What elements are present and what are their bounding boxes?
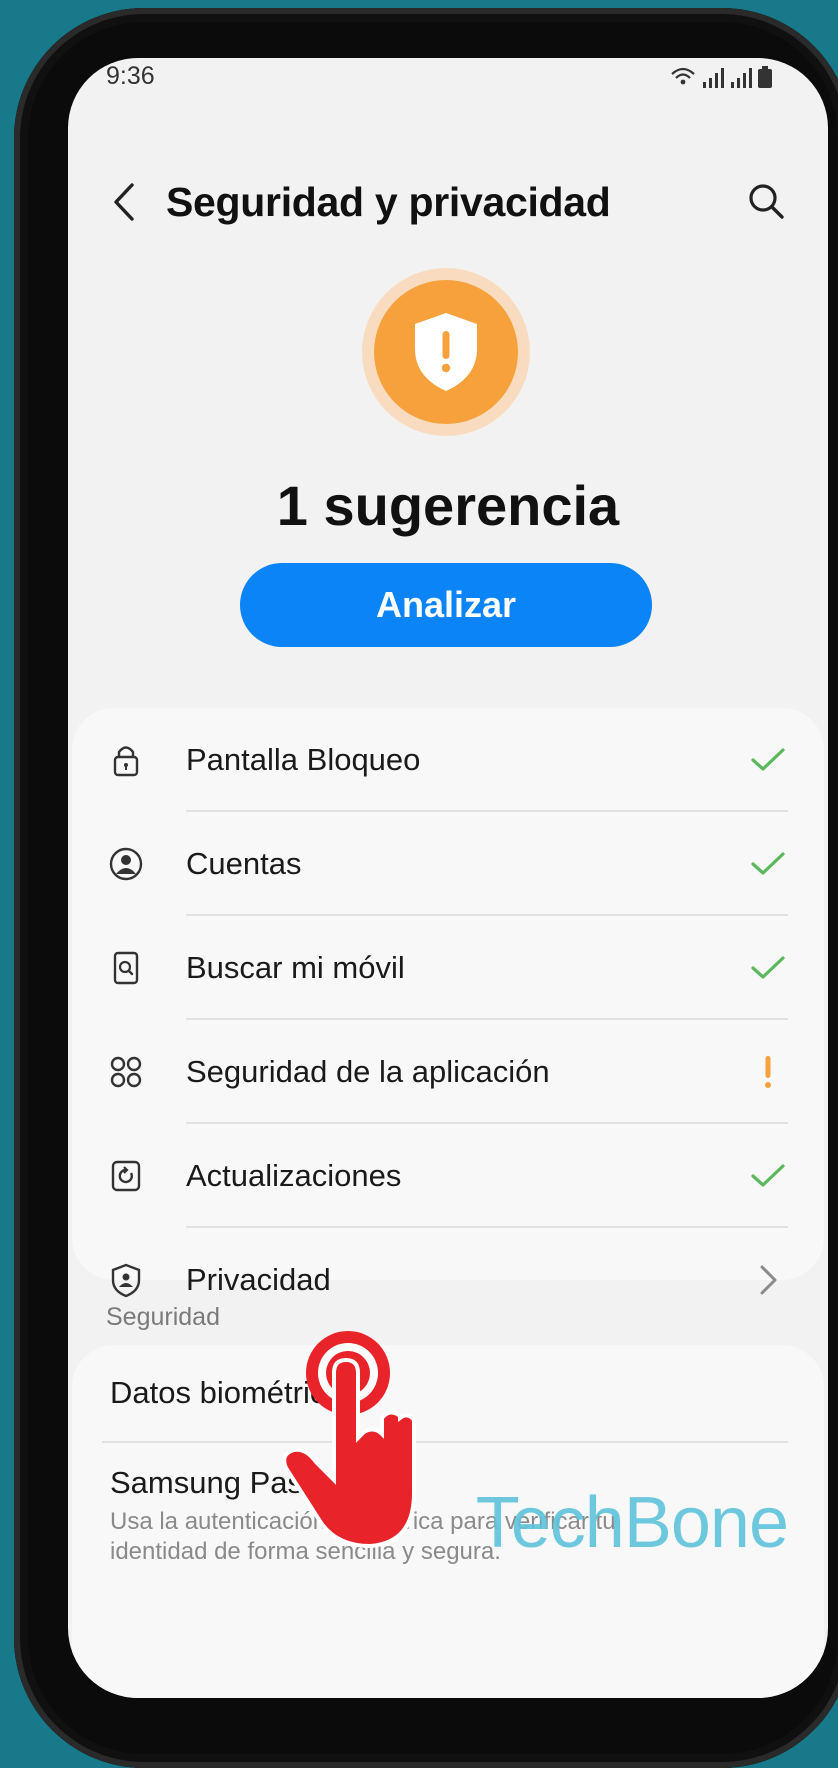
search-icon xyxy=(749,184,784,219)
back-arrow-icon xyxy=(114,183,134,221)
lock-icon xyxy=(113,746,139,777)
security-status-list: Pantalla Bloqueo Cuentas Buscar mi móvil… xyxy=(72,708,824,1298)
update-icon xyxy=(111,1160,141,1192)
status-item-label: Seguridad de la aplicación xyxy=(186,1054,550,1089)
status-item-label: Cuentas xyxy=(186,846,302,881)
checkmark-icon xyxy=(751,748,785,771)
status-item-updates[interactable]: Actualizaciones xyxy=(72,1124,824,1228)
status-item-label: Actualizaciones xyxy=(186,1158,402,1193)
checkmark-icon xyxy=(751,852,785,875)
status-item-find-mobile[interactable]: Buscar mi móvil xyxy=(72,916,824,1020)
account-icon xyxy=(109,847,143,881)
status-icons xyxy=(670,66,772,88)
back-button[interactable] xyxy=(104,177,148,227)
status-item-accounts[interactable]: Cuentas xyxy=(72,812,824,916)
tap-indicator-hand-icon xyxy=(282,1331,416,1548)
status-time: 9:36 xyxy=(106,62,155,90)
screen: 9:36 Seguridad y privacidad 1 sugerencia… xyxy=(68,58,828,1698)
warning-icon xyxy=(765,1056,771,1088)
signal-icon xyxy=(703,68,724,88)
checkmark-icon xyxy=(751,956,785,979)
phone-frame: 9:36 Seguridad y privacidad 1 sugerencia… xyxy=(14,8,838,1768)
page-title: Seguridad y privacidad xyxy=(166,179,611,225)
battery-icon xyxy=(758,66,772,88)
search-button[interactable] xyxy=(742,177,792,227)
checkmark-icon xyxy=(751,1164,785,1187)
status-item-label: Buscar mi móvil xyxy=(186,950,405,985)
status-item-label: Pantalla Bloqueo xyxy=(186,742,421,777)
section-header-security: Seguridad xyxy=(106,1303,220,1331)
status-item-label: Privacidad xyxy=(186,1262,331,1297)
chevron-right-icon xyxy=(760,1265,777,1295)
find-mobile-icon xyxy=(113,951,139,985)
signal-icon xyxy=(731,68,752,88)
analyze-button[interactable]: Analizar xyxy=(240,563,652,647)
app-bar: Seguridad y privacidad xyxy=(68,163,828,243)
app-security-icon xyxy=(110,1056,142,1088)
privacy-icon xyxy=(111,1263,141,1298)
status-item-lock-screen[interactable]: Pantalla Bloqueo xyxy=(72,708,824,812)
suggestion-count: 1 sugerencia xyxy=(276,474,620,537)
wifi-icon xyxy=(671,67,695,85)
status-bar: 9:36 xyxy=(68,58,828,118)
shield-warning-icon xyxy=(415,313,477,391)
status-item-app-security[interactable]: Seguridad de la aplicación xyxy=(72,1020,824,1124)
techbone-watermark: TechBone xyxy=(475,1483,789,1563)
biometrics-item[interactable]: Datos biométricos xyxy=(72,1345,824,1441)
security-status-badge xyxy=(362,268,530,436)
